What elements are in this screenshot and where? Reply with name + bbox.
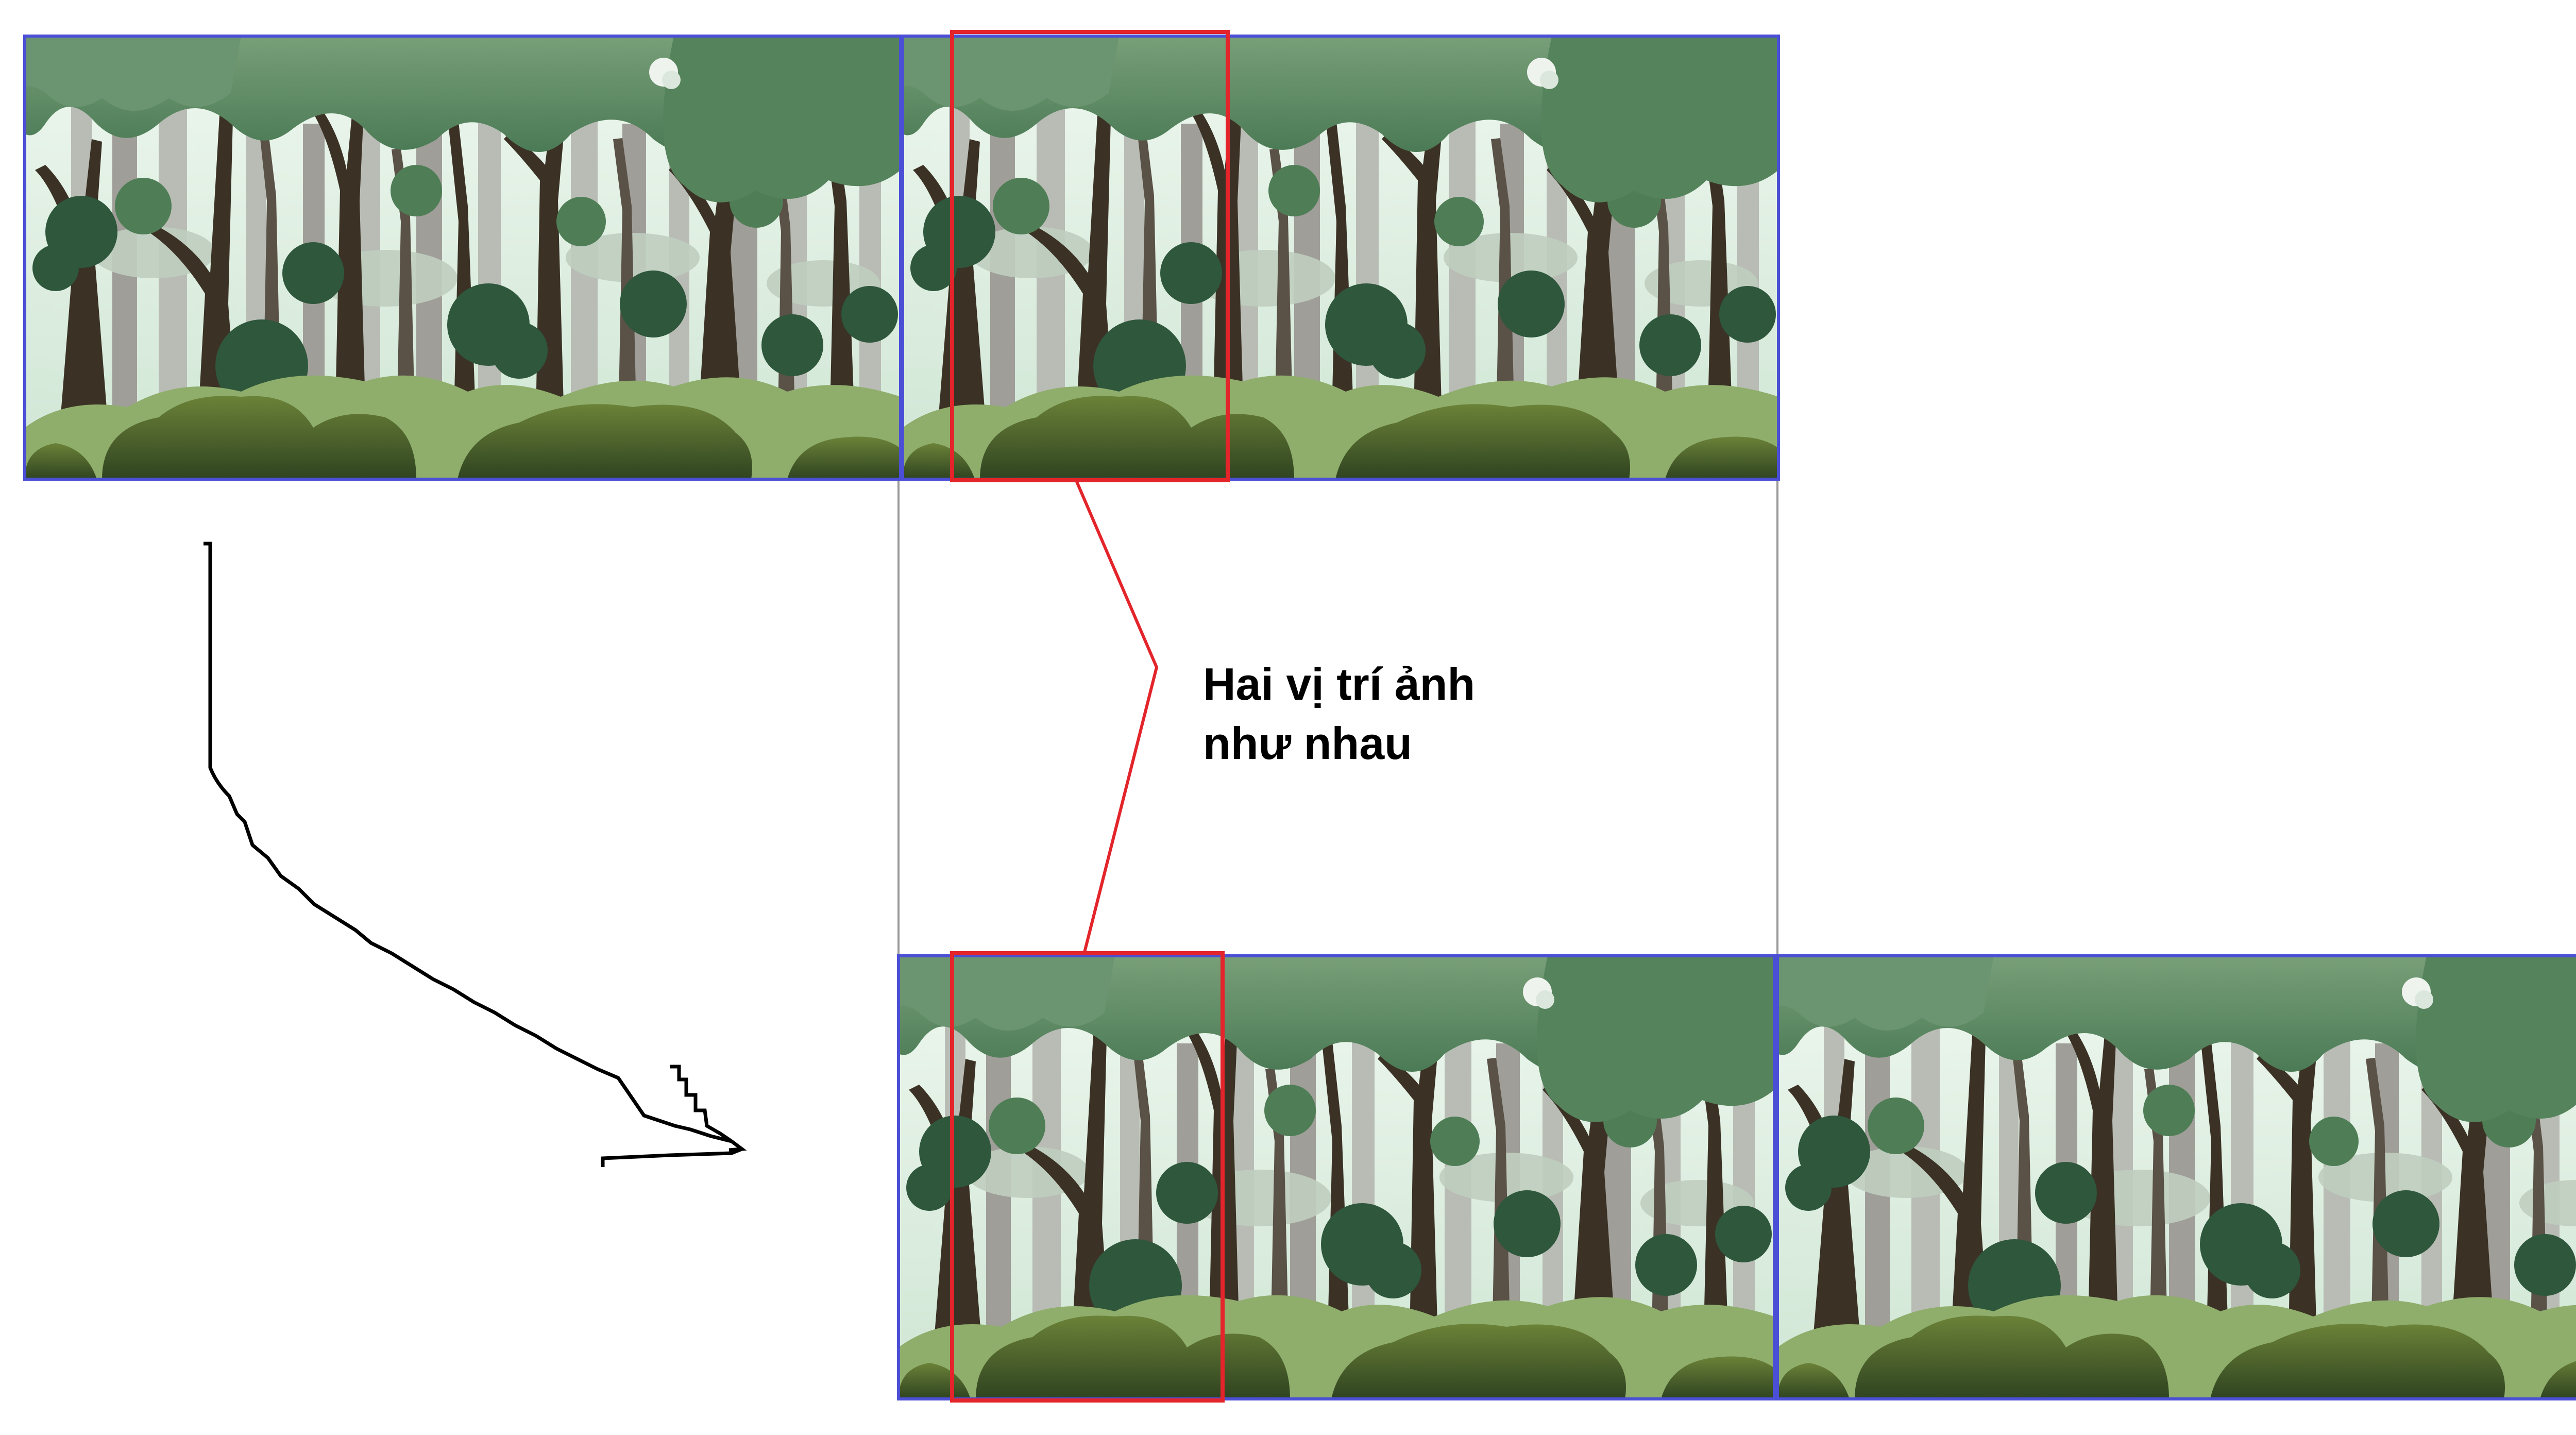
connector-line [1075, 481, 1159, 953]
annotation-caption: Hai vị trí ảnh như nhau [1203, 654, 1564, 773]
forest-tile-bottom-right [1776, 954, 2576, 1400]
curved-arrow [204, 542, 747, 1167]
caption-line-1: Hai vị trí ảnh [1203, 659, 1476, 710]
caption-line-2: như nhau [1203, 718, 1412, 769]
forest-tile-top-right [901, 35, 1780, 481]
forest-tile-bottom-left [897, 954, 1776, 1400]
forest-tile-top-left [23, 35, 902, 481]
